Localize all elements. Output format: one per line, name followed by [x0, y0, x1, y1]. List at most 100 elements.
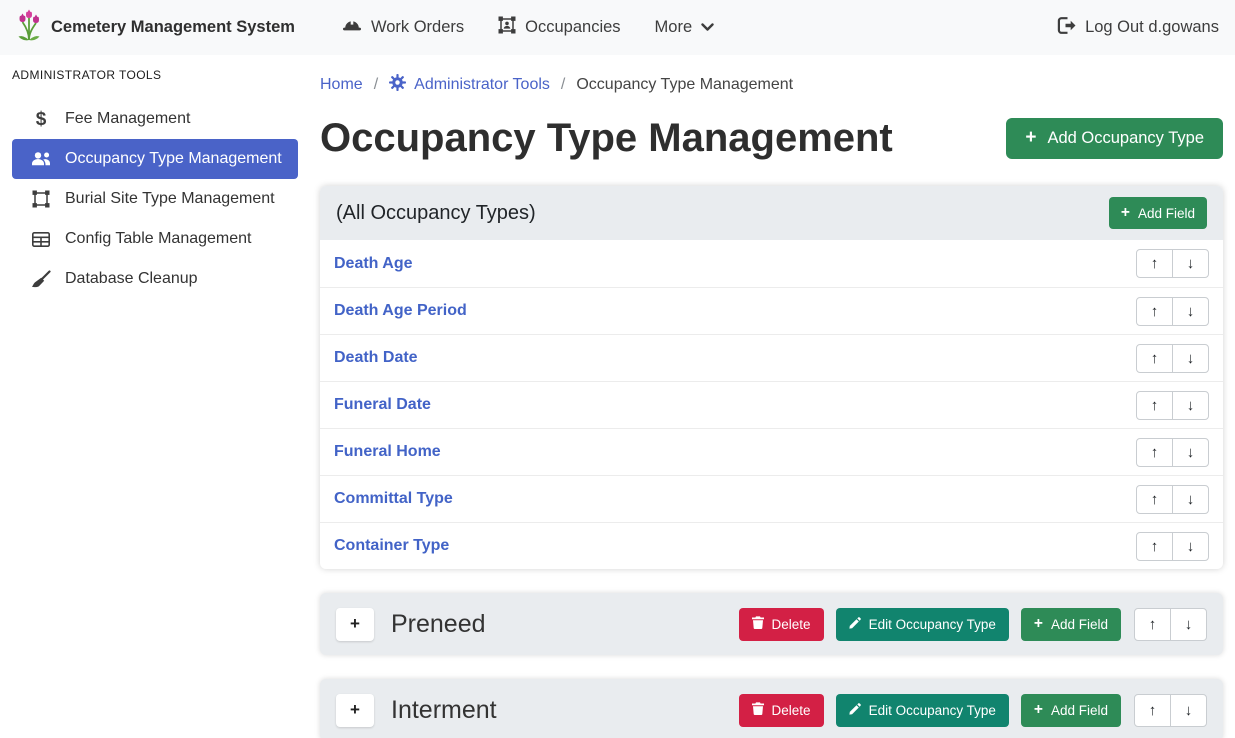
nav-item-occupancies[interactable]: Occupancies — [498, 16, 620, 39]
nav-menu: Work Orders Occupancies M — [325, 16, 731, 39]
arrow-up-icon: ↑ — [1151, 538, 1159, 555]
field-link[interactable]: Death Date — [334, 349, 418, 367]
expand-plus-icon: + — [350, 614, 360, 634]
tulip-logo-icon — [16, 9, 42, 46]
sidebar-item-fee-management[interactable]: $ Fee Management — [12, 99, 298, 139]
sidebar: Administrator Tools $ Fee Management — [0, 55, 310, 738]
hard-hat-icon — [342, 17, 362, 38]
reorder-buttons: ↑ ↓ — [1136, 391, 1209, 420]
arrow-up-icon: ↑ — [1149, 616, 1157, 633]
reorder-buttons: ↑ ↓ — [1136, 438, 1209, 467]
edit-occupancy-type-button[interactable]: Edit Occupancy Type — [836, 694, 1009, 727]
expand-button[interactable]: + — [336, 608, 374, 641]
top-navbar: Cemetery Management System Work Orders — [0, 0, 1235, 55]
add-occupancy-type-label: Add Occupancy Type — [1047, 129, 1204, 148]
arrow-down-icon: ↓ — [1187, 444, 1195, 461]
move-down-button[interactable]: ↓ — [1170, 608, 1207, 641]
delete-button[interactable]: Delete — [739, 694, 824, 727]
logout-button[interactable]: Log Out d.gowans — [1057, 17, 1219, 39]
breadcrumb-current: Occupancy Type Management — [576, 76, 793, 94]
move-up-button[interactable]: ↑ — [1136, 391, 1173, 420]
delete-button[interactable]: Delete — [739, 608, 824, 641]
move-up-button[interactable]: ↑ — [1136, 485, 1173, 514]
arrow-up-icon: ↑ — [1151, 444, 1159, 461]
move-up-button[interactable]: ↑ — [1134, 694, 1171, 727]
brand[interactable]: Cemetery Management System — [16, 9, 295, 46]
field-link[interactable]: Container Type — [334, 537, 449, 555]
sidebar-item-occupancy-type-management[interactable]: Occupancy Type Management — [12, 139, 298, 179]
sidebar-item-database-cleanup[interactable]: Database Cleanup — [12, 259, 298, 299]
add-field-button[interactable]: + Add Field — [1021, 608, 1121, 641]
field-row-death-age-period: Death Age Period ↑ ↓ — [320, 287, 1223, 334]
logout-label: Log Out d.gowans — [1085, 18, 1219, 37]
all-types-card-title: (All Occupancy Types) — [336, 202, 536, 225]
expand-button[interactable]: + — [336, 694, 374, 727]
page-title: Occupancy Type Management — [320, 115, 893, 161]
arrow-down-icon: ↓ — [1187, 538, 1195, 555]
arrow-up-icon: ↑ — [1149, 702, 1157, 719]
arrow-down-icon: ↓ — [1187, 255, 1195, 272]
field-row-committal-type: Committal Type ↑ ↓ — [320, 475, 1223, 522]
edit-occupancy-type-label: Edit Occupancy Type — [869, 617, 996, 632]
field-link[interactable]: Death Age Period — [334, 302, 467, 320]
field-link[interactable]: Funeral Date — [334, 396, 431, 414]
nav-item-label: Occupancies — [525, 18, 620, 37]
field-link[interactable]: Death Age — [334, 255, 413, 273]
move-up-button[interactable]: ↑ — [1136, 249, 1173, 278]
move-up-button[interactable]: ↑ — [1136, 438, 1173, 467]
move-down-button[interactable]: ↓ — [1170, 694, 1207, 727]
move-down-button[interactable]: ↓ — [1172, 297, 1209, 326]
move-down-button[interactable]: ↓ — [1172, 438, 1209, 467]
arrow-down-icon: ↓ — [1187, 350, 1195, 367]
pencil-icon — [849, 703, 861, 718]
app-window: Cemetery Management System Work Orders — [0, 0, 1235, 738]
arrow-up-icon: ↑ — [1151, 303, 1159, 320]
pencil-icon — [849, 617, 861, 632]
move-up-button[interactable]: ↑ — [1136, 344, 1173, 373]
edit-occupancy-type-label: Edit Occupancy Type — [869, 703, 996, 718]
gear-icon — [389, 74, 406, 96]
edit-occupancy-type-button[interactable]: Edit Occupancy Type — [836, 608, 1009, 641]
breadcrumb-admin-tools-link[interactable]: Administrator Tools — [389, 74, 550, 96]
breadcrumb-home-link[interactable]: Home — [320, 76, 363, 94]
sidebar-item-burial-site-type-management[interactable]: Burial Site Type Management — [12, 179, 298, 219]
move-down-button[interactable]: ↓ — [1172, 391, 1209, 420]
add-occupancy-type-button[interactable]: + Add Occupancy Type — [1006, 118, 1223, 159]
content-wrap: Administrator Tools $ Fee Management — [0, 55, 1235, 738]
move-up-button[interactable]: ↑ — [1134, 608, 1171, 641]
section-title: Interment — [391, 696, 497, 725]
nav-item-more[interactable]: More — [655, 18, 715, 37]
arrow-up-icon: ↑ — [1151, 350, 1159, 367]
reorder-buttons: ↑ ↓ — [1136, 249, 1209, 278]
add-field-label: Add Field — [1051, 617, 1108, 632]
move-up-button[interactable]: ↑ — [1136, 297, 1173, 326]
breadcrumb: Home / — [320, 74, 1223, 96]
plus-icon: + — [1034, 616, 1043, 632]
arrow-down-icon: ↓ — [1185, 616, 1193, 633]
reorder-buttons: ↑ ↓ — [1136, 344, 1209, 373]
move-down-button[interactable]: ↓ — [1172, 485, 1209, 514]
app-title: Cemetery Management System — [51, 18, 295, 37]
delete-label: Delete — [772, 617, 811, 632]
table-icon — [30, 232, 52, 247]
add-field-button[interactable]: + Add Field — [1021, 694, 1121, 727]
sidebar-item-label: Config Table Management — [65, 230, 252, 248]
sidebar-item-config-table-management[interactable]: Config Table Management — [12, 219, 298, 259]
sidebar-item-label: Burial Site Type Management — [65, 190, 275, 208]
all-types-card-header: (All Occupancy Types) + Add Field — [320, 186, 1223, 240]
breadcrumb-separator: / — [374, 76, 378, 94]
move-down-button[interactable]: ↓ — [1172, 532, 1209, 561]
nav-item-work-orders[interactable]: Work Orders — [342, 17, 464, 38]
move-down-button[interactable]: ↓ — [1172, 249, 1209, 278]
chevron-down-icon — [701, 18, 714, 37]
field-row-funeral-home: Funeral Home ↑ ↓ — [320, 428, 1223, 475]
field-link[interactable]: Funeral Home — [334, 443, 441, 461]
move-up-button[interactable]: ↑ — [1136, 532, 1173, 561]
nav-item-label: More — [655, 18, 693, 37]
arrow-up-icon: ↑ — [1151, 397, 1159, 414]
add-field-label: Add Field — [1051, 703, 1108, 718]
add-field-button[interactable]: + Add Field — [1109, 197, 1207, 229]
move-down-button[interactable]: ↓ — [1172, 344, 1209, 373]
sign-out-icon — [1057, 17, 1076, 39]
field-link[interactable]: Committal Type — [334, 490, 453, 508]
